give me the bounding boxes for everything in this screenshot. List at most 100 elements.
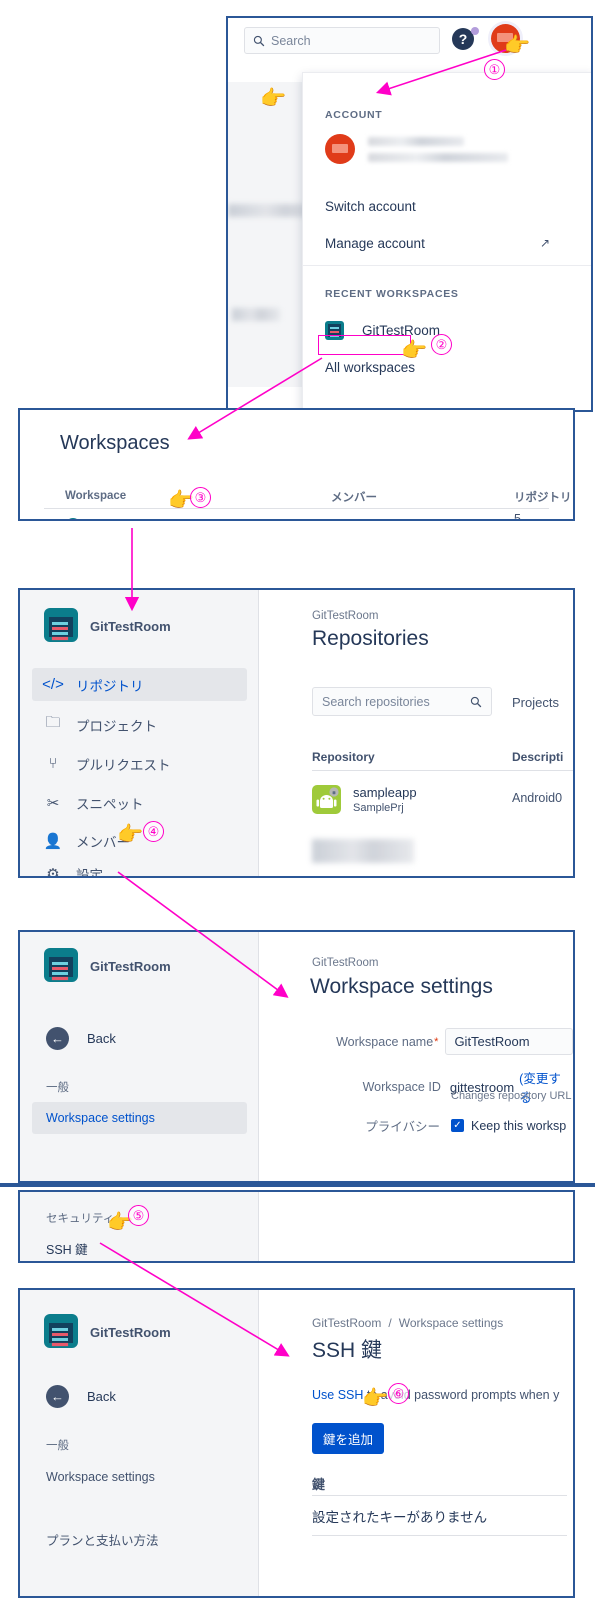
- ssh-description: Use SSH to avoid password prompts when y: [312, 1388, 559, 1402]
- settings-sidebar: GitTestRoom ← Back 一般 Workspace settings…: [20, 1290, 259, 1596]
- add-key-button[interactable]: 鍵を追加: [312, 1423, 385, 1454]
- blurred-content: [232, 308, 280, 321]
- divider: [303, 265, 591, 266]
- highlight-box-all-workspaces: [318, 335, 411, 355]
- back-label: Back: [87, 1031, 116, 1046]
- field-privacy: プライバシー ✓ Keep this worksp: [260, 1116, 573, 1135]
- pointing-hand-icon: 👉: [504, 34, 531, 57]
- sidebar-item-label: Workspace settings: [46, 1111, 155, 1125]
- back-arrow-icon: ←: [46, 1385, 69, 1408]
- panel-ssh-keys: GitTestRoom ← Back 一般 Workspace settings…: [18, 1288, 575, 1598]
- page-title: Workspace settings: [310, 975, 493, 998]
- workspace-logo-icon: [44, 608, 78, 642]
- sidebar-workspace-name[interactable]: GitTestRoom: [90, 959, 171, 974]
- empty-state-row: 設定されたキーがありません: [312, 1510, 488, 1525]
- use-ssh-link[interactable]: Use SSH: [312, 1388, 363, 1402]
- table-row[interactable]: GitTestRoom 3 members 5 repositor: [65, 512, 565, 520]
- person-icon: 👤: [43, 832, 63, 850]
- switch-account-label: Switch account: [325, 198, 416, 214]
- privacy-checkbox[interactable]: ✓: [451, 1119, 464, 1132]
- step-2-badge: ②: [431, 334, 452, 355]
- column-header-repository: Repository: [312, 750, 375, 764]
- search-input[interactable]: Search: [244, 27, 440, 54]
- workspace-name[interactable]: GitTestRoom: [90, 519, 165, 520]
- android-icon: [312, 785, 341, 814]
- workspace-settings-content: GitTestRoom Workspace settings Workspace…: [260, 932, 573, 1181]
- blurred-repo-row: [312, 839, 414, 863]
- sidebar-item-workspace-settings[interactable]: Workspace settings: [32, 1102, 247, 1134]
- sidebar-item-ssh-keys[interactable]: SSH 鍵: [46, 1239, 88, 1258]
- step-1-badge: ①: [484, 59, 505, 80]
- table-divider: [312, 1535, 567, 1536]
- field-hint: Changes repository URL: [451, 1090, 572, 1102]
- repo-name[interactable]: sampleapp: [353, 785, 417, 800]
- sidebar-item-snippets[interactable]: ✂ スニペット: [32, 786, 247, 819]
- folder-icon: 🗀: [45, 714, 61, 731]
- manage-account-label: Manage account: [325, 235, 425, 251]
- pointing-hand-icon: 👉: [401, 339, 428, 362]
- column-header-repositories: リポジトリ: [514, 492, 572, 504]
- field-label: Workspace ID: [362, 1080, 441, 1094]
- step-4-badge: ④: [143, 821, 164, 842]
- column-header-workspace: Workspace: [65, 490, 127, 502]
- table-divider: [312, 1495, 567, 1496]
- sidebar-workspace-name[interactable]: GitTestRoom: [90, 619, 171, 634]
- account-heading: ACCOUNT: [325, 109, 383, 121]
- back-button[interactable]: ← Back: [46, 1027, 116, 1050]
- panel-security-section: セキュリティ SSH 鍵: [18, 1190, 575, 1263]
- account-dropdown: ACCOUNT Switch account Manage account ↗ …: [302, 72, 591, 410]
- breadcrumb: GitTestRoom: [312, 957, 379, 969]
- field-label: Workspace name: [336, 1034, 434, 1049]
- workspace-name-input[interactable]: GitTestRoom: [445, 1028, 573, 1055]
- column-header-description: Descripti: [512, 750, 564, 764]
- recent-workspaces-heading: RECENT WORKSPACES: [325, 288, 459, 300]
- section-general-label: 一般: [46, 1082, 69, 1094]
- sidebar-item-pull-requests[interactable]: ⑂ プルリクエスト: [32, 747, 247, 780]
- page-title: SSH 鍵: [312, 1339, 383, 1362]
- ssh-keys-content: GitTestRoom / Workspace settings SSH 鍵 U…: [260, 1290, 573, 1596]
- step-5-badge: ⑤: [128, 1205, 149, 1226]
- workspace-logo-icon: [44, 1314, 78, 1348]
- panel-workspace-settings: GitTestRoom ← Back 一般 Workspace settings…: [18, 930, 575, 1183]
- breadcrumb-current[interactable]: Workspace settings: [399, 1316, 504, 1330]
- repo-description: Android0: [512, 791, 563, 805]
- notification-dot: [471, 27, 479, 35]
- external-link-icon: ↗: [539, 236, 550, 250]
- settings-sidebar: GitTestRoom ← Back 一般 Workspace settings: [20, 932, 259, 1181]
- sidebar-item-plans-billing[interactable]: プランと支払い方法: [46, 1530, 159, 1549]
- code-brackets-icon: </>: [42, 676, 64, 693]
- panel-repositories: GitTestRoom </> リポジトリ 🗀 プロジェクト ⑂ プルリクエスト…: [18, 588, 575, 878]
- search-icon: [253, 35, 265, 46]
- step-6-badge: ⑥: [388, 1383, 409, 1404]
- workspace-name-value: GitTestRoom: [454, 1034, 530, 1049]
- breadcrumb: GitTestRoom: [312, 610, 379, 622]
- pull-request-icon: ⑂: [48, 755, 58, 772]
- workspace-icon: [65, 518, 81, 519]
- breadcrumb-separator: /: [388, 1316, 392, 1330]
- sidebar-item-settings[interactable]: ⚙ 設定: [32, 857, 247, 878]
- sidebar-item-workspace-settings[interactable]: Workspace settings: [46, 1470, 155, 1484]
- repositories-content: GitTestRoom Repositories Search reposito…: [260, 590, 573, 876]
- tab-projects[interactable]: Projects: [512, 695, 559, 710]
- workspace-logo-icon: [44, 948, 78, 982]
- step-3-badge: ③: [190, 487, 211, 508]
- sidebar-item-label: リポジトリ: [76, 678, 144, 694]
- breadcrumb-parent[interactable]: GitTestRoom: [312, 1316, 381, 1330]
- search-placeholder: Search repositories: [322, 694, 430, 709]
- page-title: Workspaces: [60, 432, 170, 454]
- sidebar-item-repositories[interactable]: </> リポジトリ: [32, 668, 247, 701]
- section-general-label: 一般: [46, 1440, 69, 1452]
- pointing-hand-icon: 👉: [117, 823, 144, 846]
- switch-account-item[interactable]: Switch account: [303, 193, 591, 219]
- sidebar-workspace-name[interactable]: GitTestRoom: [90, 1325, 171, 1340]
- sidebar-item-label: プルリクエスト: [76, 757, 171, 773]
- back-button[interactable]: ← Back: [46, 1385, 116, 1408]
- search-repositories-input[interactable]: Search repositories: [312, 687, 492, 716]
- table-row[interactable]: sampleapp SamplePrj Android0: [312, 785, 562, 814]
- manage-account-item[interactable]: Manage account ↗: [303, 230, 591, 256]
- account-avatar: [325, 134, 355, 164]
- workspace-repos: 5 repositor: [514, 512, 521, 521]
- table-divider: [312, 770, 573, 771]
- gear-icon: ⚙: [46, 865, 60, 878]
- sidebar-item-projects[interactable]: 🗀 プロジェクト: [32, 708, 247, 741]
